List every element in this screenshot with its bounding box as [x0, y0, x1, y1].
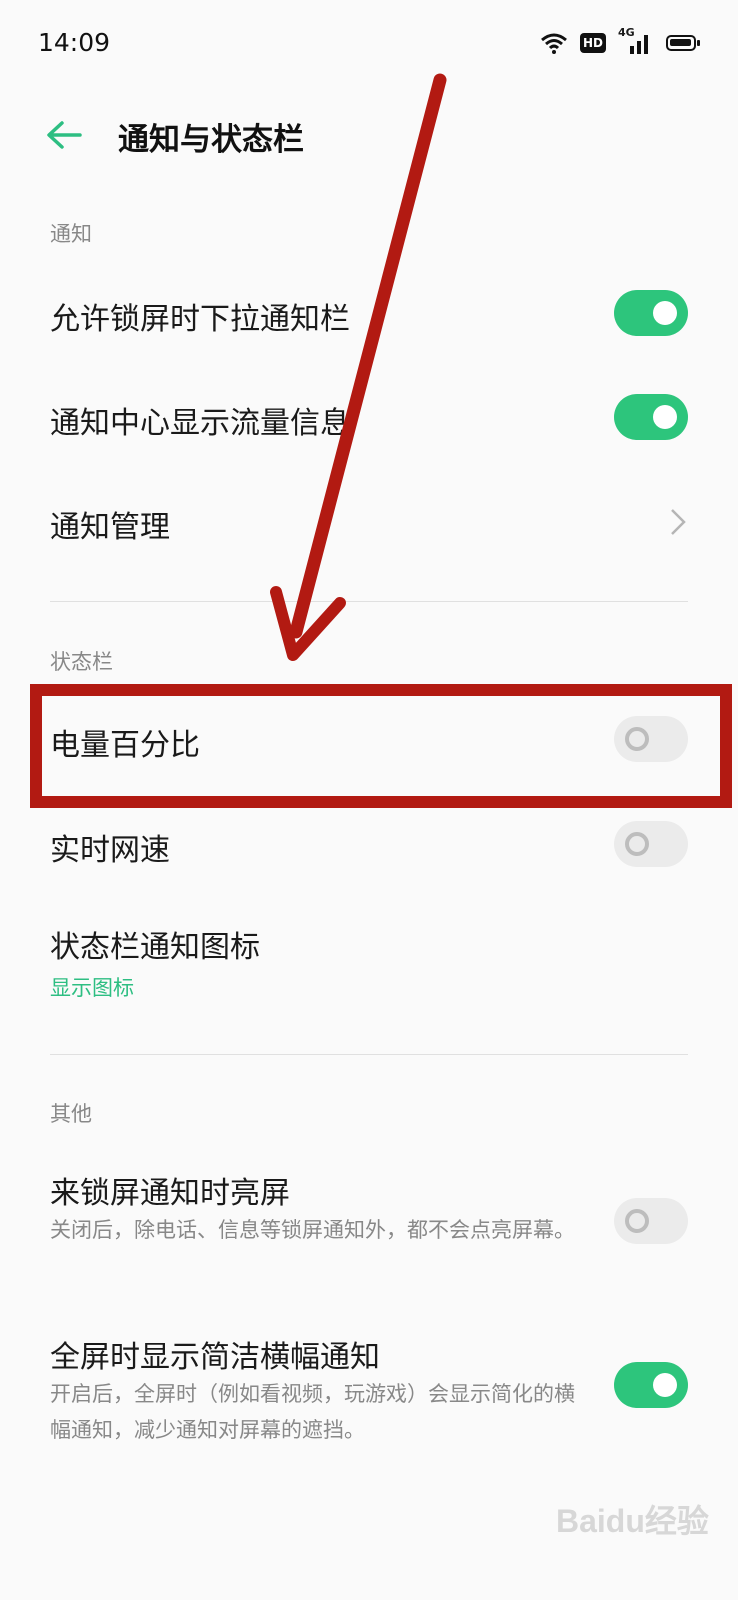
setting-description: 开启后，全屏时（例如看视频，玩游戏）会显示简化的横幅通知，减少通知对屏幕的遮挡。 [50, 1382, 575, 1442]
setting-title: 全屏时显示简洁横幅通知 [50, 1340, 380, 1375]
divider [50, 1054, 688, 1055]
section-label-other: 其他 [50, 1102, 92, 1126]
watermark: Baidu经验 [556, 1503, 709, 1539]
highlight-box [30, 684, 732, 808]
toggle-lockscreen-pulldown[interactable] [614, 290, 688, 336]
toggle-wake-on-notification[interactable] [614, 1198, 688, 1244]
toggle-traffic-info[interactable] [614, 394, 688, 440]
setting-title: 状态栏通知图标 [50, 930, 260, 965]
setting-value: 显示图标 [50, 976, 134, 1000]
section-label-status-bar: 状态栏 [50, 650, 113, 674]
divider [50, 601, 688, 602]
toggle-simple-banner[interactable] [614, 1362, 688, 1408]
status-icons: HD 4G [540, 26, 700, 56]
status-time: 14:09 [38, 28, 111, 57]
toggle-realtime-speed[interactable] [614, 821, 688, 867]
setting-title: 实时网速 [50, 833, 170, 868]
hd-icon: HD [579, 33, 606, 53]
network-type-label: 4G [618, 26, 635, 39]
status-bar: 14:09 HD 4G [0, 0, 738, 90]
header: 通知与状态栏 [0, 100, 738, 170]
battery-icon [666, 35, 700, 51]
setting-title: 来锁屏通知时亮屏 [50, 1176, 290, 1211]
setting-title: 通知管理 [50, 510, 170, 545]
setting-title: 通知中心显示流量信息 [50, 406, 350, 441]
chevron-right-icon [671, 509, 686, 535]
arrow-left-icon[interactable] [44, 118, 84, 152]
wifi-icon [541, 33, 567, 54]
setting-description: 关闭后，除电话、信息等锁屏通知外，都不会点亮屏幕。 [50, 1218, 575, 1242]
signal-icon: 4G [618, 26, 654, 56]
setting-title: 允许锁屏时下拉通知栏 [50, 302, 350, 337]
page-title: 通知与状态栏 [118, 122, 304, 158]
section-label-notifications: 通知 [50, 222, 92, 246]
